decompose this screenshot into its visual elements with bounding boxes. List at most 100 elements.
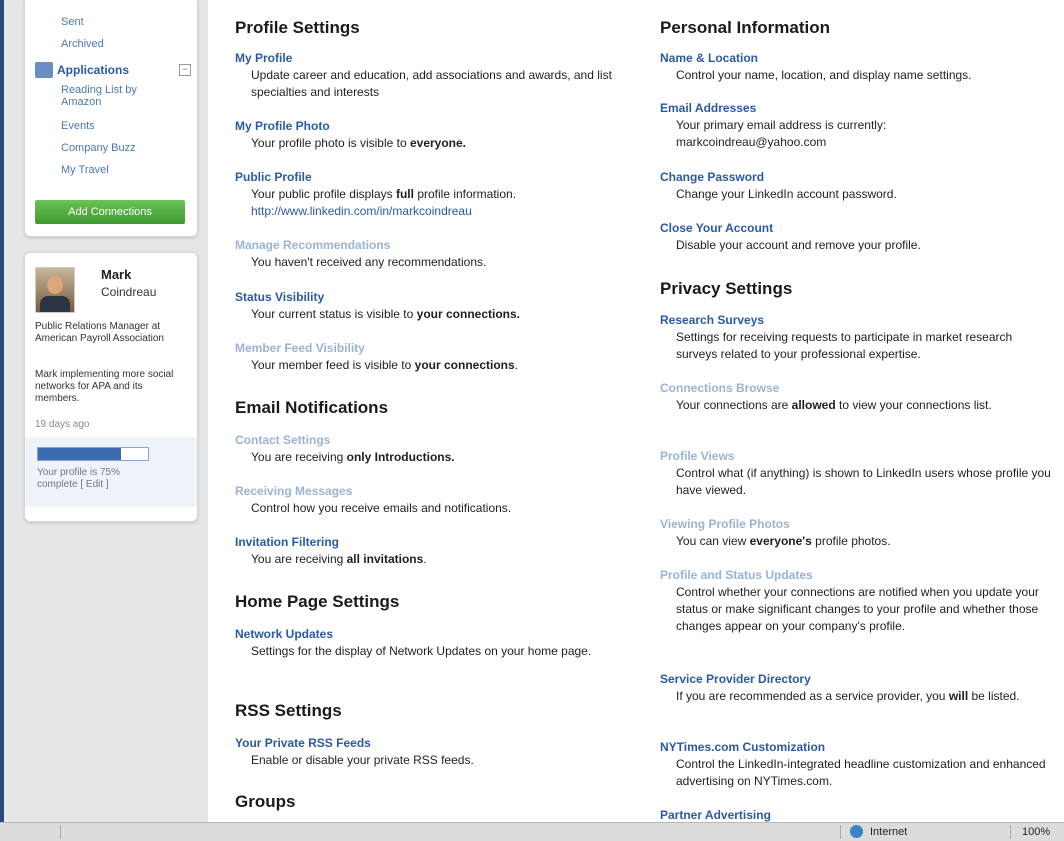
profile-completion-text[interactable]: Your profile is 75% complete [ Edit ] (37, 467, 157, 491)
link-network-updates[interactable]: Network Updates (235, 627, 333, 641)
desc-text: You can view (676, 534, 750, 548)
desc-status-visibility: Your current status is visible to your c… (251, 306, 631, 323)
app-link-my-travel[interactable]: My Travel (61, 164, 109, 176)
desc-invitation-filtering: You are receiving all invitations. (251, 551, 631, 568)
link-private-rss-feeds[interactable]: Your Private RSS Feeds (235, 736, 371, 750)
link-close-account[interactable]: Close Your Account (660, 221, 773, 235)
section-heading-profile-settings: Profile Settings (235, 18, 360, 37)
desc-bold: your connections (414, 358, 515, 372)
link-email-addresses[interactable]: Email Addresses (660, 101, 756, 115)
desc-bold: all invitations (346, 552, 424, 566)
settings-main: Profile Settings My Profile Update caree… (208, 0, 1064, 822)
profile-completion-fill (38, 448, 121, 460)
desc-text: If you are recommended as a service prov… (676, 689, 949, 703)
desc-my-profile-photo: Your profile photo is visible to everyon… (251, 135, 631, 152)
desc-service-provider-directory: If you are recommended as a service prov… (676, 688, 1061, 705)
desc-manage-recommendations: You haven't received any recommendations… (251, 255, 487, 269)
public-profile-url-link[interactable]: http://www.linkedin.com/in/markcoindreau (251, 203, 472, 220)
desc-text: Your connections are (676, 398, 792, 412)
desc-bold: everyone. (409, 136, 467, 150)
link-member-feed-visibility[interactable]: Member Feed Visibility (235, 341, 365, 355)
desc-my-profile: Update career and education, add associa… (251, 68, 612, 99)
desc-member-feed-visibility: Your member feed is visible to your conn… (251, 357, 631, 374)
link-name-location[interactable]: Name & Location (660, 51, 758, 65)
link-my-profile[interactable]: My Profile (235, 51, 292, 65)
desc-contact-settings: You are receiving only Introductions. (251, 449, 631, 466)
desc-text: Your public profile displays (251, 187, 396, 201)
link-viewing-profile-photos[interactable]: Viewing Profile Photos (660, 517, 790, 531)
collapse-toggle-icon[interactable]: − (179, 64, 191, 76)
avatar-body (40, 296, 70, 312)
desc-connections-browse: Your connections are allowed to view you… (676, 397, 1056, 414)
desc-bold: everyone's (749, 534, 812, 548)
link-nytimes-customization[interactable]: NYTimes.com Customization (660, 740, 825, 754)
desc-text: profile information. (413, 187, 517, 201)
desc-nytimes-customization: Control the LinkedIn-integrated headline… (676, 757, 1046, 788)
desc-private-rss-feeds: Enable or disable your private RSS feeds… (251, 753, 474, 767)
zoom-level[interactable]: 100% (1022, 826, 1050, 838)
desc-receiving-messages: Control how you receive emails and notif… (251, 501, 512, 515)
link-research-surveys[interactable]: Research Surveys (660, 313, 764, 327)
avatar-head (47, 276, 63, 294)
profile-headline: Public Relations Manager at American Pay… (35, 321, 164, 344)
desc-text: Your current status is visible to (251, 307, 417, 321)
add-connections-button[interactable]: Add Connections (35, 200, 185, 224)
desc-change-password: Change your LinkedIn account password. (676, 187, 897, 201)
status-divider (60, 825, 61, 839)
section-heading-home-page-settings: Home Page Settings (235, 592, 400, 611)
status-divider (840, 825, 841, 839)
link-partner-advertising[interactable]: Partner Advertising (660, 808, 771, 822)
nav-link-sent[interactable]: Sent (61, 16, 84, 28)
app-link-reading-list[interactable]: Reading List by Amazon (61, 84, 171, 108)
desc-text: . (423, 552, 427, 566)
link-manage-recommendations[interactable]: Manage Recommendations (235, 238, 390, 252)
desc-text: . (514, 358, 518, 372)
desc-bold: full (395, 187, 414, 201)
app-link-events[interactable]: Events (61, 120, 95, 132)
profile-completion: Your profile is 75% complete [ Edit ] (25, 437, 197, 507)
desc-text: You are receiving (251, 552, 347, 566)
profile-first-name[interactable]: Mark (101, 267, 131, 282)
link-invitation-filtering[interactable]: Invitation Filtering (235, 535, 339, 549)
profile-completion-bar (37, 447, 149, 461)
desc-text: to view your connections list. (835, 398, 992, 412)
desc-network-updates: Settings for the display of Network Upda… (251, 644, 592, 658)
desc-profile-views: Control what (if anything) is shown to L… (676, 466, 1051, 497)
link-contact-settings[interactable]: Contact Settings (235, 433, 330, 447)
applications-header[interactable]: Applications − (35, 62, 191, 80)
desc-text: Your member feed is visible to (251, 358, 415, 372)
link-my-profile-photo[interactable]: My Profile Photo (235, 119, 330, 133)
link-public-profile[interactable]: Public Profile (235, 170, 312, 184)
desc-profile-status-updates: Control whether your connections are not… (676, 585, 1039, 633)
desc-bold: your connections. (416, 307, 520, 321)
browser-status-bar: Internet 100% (0, 822, 1064, 841)
section-heading-rss-settings: RSS Settings (235, 701, 342, 720)
navigation-card: Sent Archived Applications − Reading Lis… (24, 0, 198, 237)
link-profile-views[interactable]: Profile Views (660, 449, 734, 463)
desc-close-account: Disable your account and remove your pro… (676, 238, 921, 252)
link-profile-status-updates[interactable]: Profile and Status Updates (660, 568, 813, 582)
profile-last-name: Coindreau (101, 285, 157, 299)
link-status-visibility[interactable]: Status Visibility (235, 290, 324, 304)
link-receiving-messages[interactable]: Receiving Messages (235, 484, 352, 498)
section-heading-personal-information: Personal Information (660, 18, 831, 37)
desc-public-profile: Your public profile displays full profil… (251, 186, 631, 203)
profile-card: Mark Coindreau Public Relations Manager … (24, 252, 198, 522)
section-heading-email-notifications: Email Notifications (235, 398, 389, 417)
applications-icon (35, 62, 53, 78)
desc-text: Your profile photo is visible to (251, 136, 410, 150)
app-link-company-buzz[interactable]: Company Buzz (61, 142, 136, 154)
link-service-provider-directory[interactable]: Service Provider Directory (660, 672, 811, 686)
section-heading-groups: Groups (235, 792, 296, 811)
profile-status: Mark implementing more social networks f… (35, 369, 174, 404)
status-divider (1010, 825, 1011, 839)
applications-label: Applications (57, 63, 130, 77)
link-change-password[interactable]: Change Password (660, 170, 764, 184)
desc-bold: only Introductions. (346, 450, 455, 464)
link-connections-browse[interactable]: Connections Browse (660, 381, 779, 395)
desc-research-surveys: Settings for receiving requests to parti… (676, 330, 1013, 361)
avatar[interactable] (35, 267, 75, 313)
nav-link-archived[interactable]: Archived (61, 38, 104, 50)
desc-viewing-profile-photos: You can view everyone's profile photos. (676, 533, 1056, 550)
desc-text: profile photos. (811, 534, 891, 548)
